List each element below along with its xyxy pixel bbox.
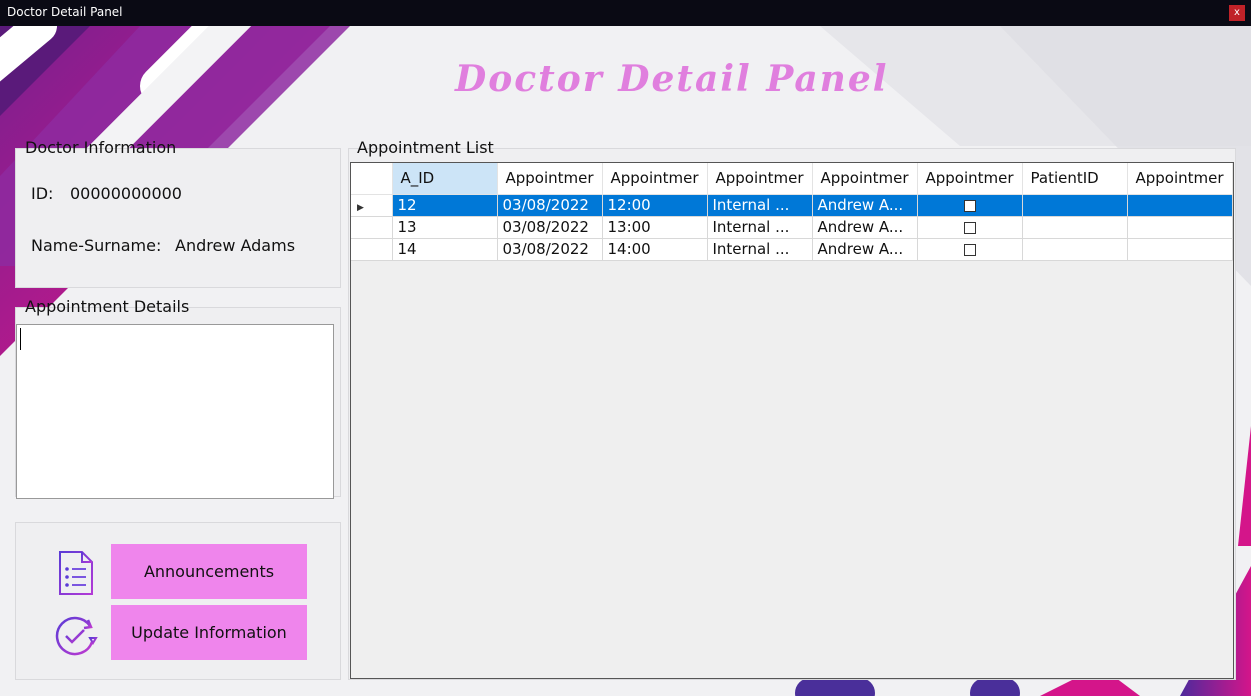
doctor-info-label: Doctor Information: [25, 138, 177, 157]
appointment-details-textarea[interactable]: [16, 324, 334, 499]
row-selector[interactable]: ▶: [351, 194, 393, 217]
column-header[interactable]: Appointmer: [917, 163, 1023, 195]
close-button[interactable]: x: [1229, 5, 1245, 21]
window-title: Doctor Detail Panel: [7, 5, 123, 19]
appointment-grid[interactable]: A_ID Appointmer Appointmer Appointmer Ap…: [350, 162, 1234, 679]
column-header[interactable]: Appointmer: [707, 163, 813, 195]
appointment-details-label: Appointment Details: [25, 297, 190, 316]
text-caret: [20, 328, 21, 350]
cell-status[interactable]: [917, 238, 1023, 261]
cell-doctor[interactable]: Andrew A...: [812, 238, 918, 261]
cell-time[interactable]: 14:00: [602, 238, 708, 261]
cell-extra[interactable]: [1127, 238, 1233, 261]
cell-time[interactable]: 12:00: [602, 194, 708, 217]
document-list-icon: [55, 549, 97, 601]
column-header[interactable]: PatientID: [1022, 163, 1128, 195]
cell-a-id[interactable]: 13: [392, 216, 498, 239]
window-titlebar: Doctor Detail Panel x: [0, 0, 1251, 26]
name-value: Andrew Adams: [175, 236, 296, 255]
status-checkbox[interactable]: [963, 243, 976, 256]
row-selector[interactable]: [351, 238, 393, 261]
appointment-list-label: Appointment List: [357, 138, 494, 157]
column-header[interactable]: Appointmer: [812, 163, 918, 195]
cell-patient-id[interactable]: [1022, 238, 1128, 261]
column-header[interactable]: Appointmer: [602, 163, 708, 195]
doctor-info-group: [15, 148, 341, 288]
announcements-button[interactable]: Announcements: [111, 544, 307, 599]
cell-doctor[interactable]: Andrew A...: [812, 194, 918, 217]
id-value: 00000000000: [70, 184, 182, 203]
cell-extra[interactable]: [1127, 216, 1233, 239]
cell-clinic[interactable]: Internal ...: [707, 216, 813, 239]
table-row[interactable]: 14 03/08/2022 14:00 Internal ... Andrew …: [351, 238, 1233, 261]
cell-patient-id[interactable]: [1022, 194, 1128, 217]
cell-status[interactable]: [917, 216, 1023, 239]
cell-date[interactable]: 03/08/2022: [497, 238, 603, 261]
cell-time[interactable]: 13:00: [602, 216, 708, 239]
row-pointer-icon: ▶: [357, 203, 364, 213]
update-information-button[interactable]: Update Information: [111, 605, 307, 660]
column-header[interactable]: Appointmer: [497, 163, 603, 195]
cell-status[interactable]: [917, 194, 1023, 217]
cell-patient-id[interactable]: [1022, 216, 1128, 239]
page-title: Doctor Detail Panel: [455, 58, 889, 100]
table-row[interactable]: 13 03/08/2022 13:00 Internal ... Andrew …: [351, 216, 1233, 239]
refresh-check-icon: [52, 612, 100, 664]
column-header[interactable]: A_ID: [392, 163, 498, 195]
cell-extra[interactable]: [1127, 194, 1233, 217]
table-header-row: A_ID Appointmer Appointmer Appointmer Ap…: [351, 163, 1233, 195]
cell-date[interactable]: 03/08/2022: [497, 216, 603, 239]
status-checkbox[interactable]: [963, 199, 976, 212]
cell-clinic[interactable]: Internal ...: [707, 194, 813, 217]
column-header[interactable]: Appointmer: [1127, 163, 1233, 195]
cell-date[interactable]: 03/08/2022: [497, 194, 603, 217]
cell-doctor[interactable]: Andrew A...: [812, 216, 918, 239]
table-row[interactable]: ▶ 12 03/08/2022 12:00 Internal ... Andre…: [351, 194, 1233, 217]
cell-a-id[interactable]: 14: [392, 238, 498, 261]
name-label: Name-Surname:: [31, 236, 162, 255]
row-header-corner: [351, 163, 393, 195]
status-checkbox[interactable]: [963, 221, 976, 234]
cell-a-id[interactable]: 12: [392, 194, 498, 217]
id-label: ID:: [31, 184, 54, 203]
cell-clinic[interactable]: Internal ...: [707, 238, 813, 261]
row-selector[interactable]: [351, 216, 393, 239]
appointment-table: A_ID Appointmer Appointmer Appointmer Ap…: [351, 163, 1233, 261]
